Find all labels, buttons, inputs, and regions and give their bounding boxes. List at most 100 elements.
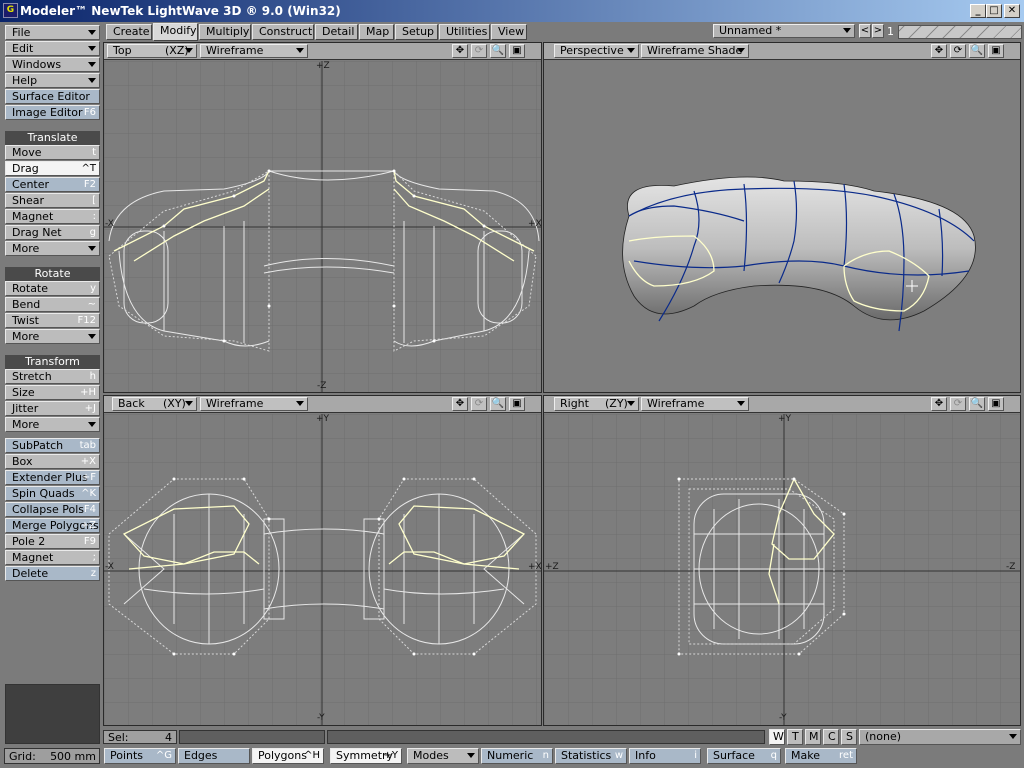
view-type-select[interactable]: Top (XZ): [107, 44, 197, 58]
extender-plus-button[interactable]: Extender Plus +F: [5, 470, 100, 485]
wtmcs-s-button[interactable]: S: [841, 729, 857, 745]
render-mode-select[interactable]: Wireframe Shade: [641, 44, 749, 58]
box-button[interactable]: Box +X: [5, 454, 100, 469]
move-button[interactable]: Move t: [5, 145, 100, 160]
rotate-button[interactable]: Rotate y: [5, 281, 100, 296]
center-button[interactable]: Center F2: [5, 177, 100, 192]
tab-construct[interactable]: Construct: [252, 24, 314, 40]
rotate-view-icon[interactable]: ⟳: [950, 44, 966, 58]
prev-object-button[interactable]: <: [859, 24, 871, 38]
viewport-back[interactable]: Back (XY) Wireframe ✥ ⟳ 🔍 ▣ +Y -Y -X +X: [103, 395, 542, 726]
layer-buttons[interactable]: [898, 25, 1022, 39]
symmetry-button[interactable]: Symmetry +Y: [330, 748, 402, 764]
maximize-button[interactable]: □: [986, 4, 1002, 18]
wtmcs-w-button[interactable]: W: [769, 729, 785, 745]
viewport-canvas[interactable]: +Y -Y -X +X: [104, 414, 541, 725]
shear-button[interactable]: Shear [: [5, 193, 100, 208]
tab-utilities[interactable]: Utilities: [439, 24, 490, 40]
size-button[interactable]: Size +H: [5, 385, 100, 400]
windows-menu[interactable]: Windows: [5, 57, 100, 72]
zoom-view-icon[interactable]: 🔍: [490, 44, 506, 58]
spin-quads-button[interactable]: Spin Quads ^K: [5, 486, 100, 501]
render-mode-select[interactable]: Wireframe: [200, 397, 308, 411]
zoom-view-icon[interactable]: 🔍: [969, 44, 985, 58]
maximize-view-icon[interactable]: ▣: [988, 397, 1004, 411]
help-menu[interactable]: Help: [5, 73, 100, 88]
axes-label: (ZY): [605, 397, 628, 410]
make-button[interactable]: Make ret: [785, 748, 857, 764]
move-view-icon[interactable]: ✥: [931, 397, 947, 411]
drag-button[interactable]: Drag ^T: [5, 161, 100, 176]
maximize-view-icon[interactable]: ▣: [988, 44, 1004, 58]
object-selector[interactable]: Unnamed *: [713, 24, 855, 38]
tab-setup[interactable]: Setup: [395, 24, 438, 40]
rotate-view-icon[interactable]: ⟳: [950, 397, 966, 411]
tab-map[interactable]: Map: [359, 24, 394, 40]
tab-detail[interactable]: Detail: [315, 24, 358, 40]
stretch-button[interactable]: Stretch h: [5, 369, 100, 384]
viewport-canvas[interactable]: +Z -Z -X +X: [104, 61, 541, 392]
viewport-canvas[interactable]: [544, 61, 1020, 392]
maximize-view-icon[interactable]: ▣: [509, 44, 525, 58]
maximize-view-icon[interactable]: ▣: [509, 397, 525, 411]
magnet-button[interactable]: Magnet:: [5, 209, 100, 224]
merge-polygons-button[interactable]: Merge Polygons +Z: [5, 518, 100, 533]
render-mode-select[interactable]: Wireframe: [200, 44, 308, 58]
viewport-perspective[interactable]: Perspective Wireframe Shade ✥ ⟳ 🔍 ▣: [543, 42, 1021, 393]
view-type-select[interactable]: Back (XY): [112, 397, 197, 411]
bend-button[interactable]: Bend ~: [5, 297, 100, 312]
jitter-button[interactable]: Jitter +J: [5, 401, 100, 416]
move-view-icon[interactable]: ✥: [452, 397, 468, 411]
move-view-icon[interactable]: ✥: [931, 44, 947, 58]
pole2-button[interactable]: Pole 2 F9: [5, 534, 100, 549]
close-button[interactable]: ✕: [1004, 4, 1020, 18]
view-type-select[interactable]: Perspective: [554, 44, 639, 58]
next-object-button[interactable]: >: [872, 24, 884, 38]
zoom-view-icon[interactable]: 🔍: [490, 397, 506, 411]
statistics-button[interactable]: Statistics w: [555, 748, 627, 764]
edit-menu[interactable]: Edit: [5, 41, 100, 56]
view-type-select[interactable]: Right (ZY): [554, 397, 639, 411]
file-menu[interactable]: File: [5, 25, 100, 40]
tab-modify[interactable]: Modify: [153, 23, 198, 41]
info-button[interactable]: Info i: [629, 748, 701, 764]
transform-more-button[interactable]: More: [5, 417, 100, 432]
numeric-button[interactable]: Numeric n: [481, 748, 553, 764]
tab-create[interactable]: Create: [106, 24, 152, 40]
render-mode-select[interactable]: Wireframe: [641, 397, 749, 411]
points-mode-button[interactable]: Points ^G: [104, 748, 176, 764]
rotate-view-icon[interactable]: ⟳: [471, 44, 487, 58]
subpatch-button[interactable]: SubPatch tab: [5, 438, 100, 453]
modes-dropdown[interactable]: Modes: [407, 748, 479, 764]
surface-button[interactable]: Surface q: [707, 748, 781, 764]
app-icon[interactable]: G: [3, 3, 18, 18]
zoom-view-icon[interactable]: 🔍: [969, 397, 985, 411]
wtmcs-c-button[interactable]: C: [823, 729, 839, 745]
button-label: Bend: [12, 298, 41, 311]
twist-button[interactable]: Twist F12: [5, 313, 100, 328]
delete-button[interactable]: Delete z: [5, 566, 100, 581]
collapse-pols-button[interactable]: Collapse Pols F4: [5, 502, 100, 517]
magnet-tool-button[interactable]: Magnet;: [5, 550, 100, 565]
move-view-icon[interactable]: ✥: [452, 44, 468, 58]
chevron-down-icon: [88, 78, 96, 83]
tab-multiply[interactable]: Multiply: [199, 24, 251, 40]
wtmcs-m-button[interactable]: M: [805, 729, 821, 745]
edges-mode-button[interactable]: Edges: [178, 748, 250, 764]
rotate-more-button[interactable]: More: [5, 329, 100, 344]
viewport-header: Top (XZ) Wireframe ✥ ⟳ 🔍 ▣: [104, 43, 541, 60]
image-editor-button[interactable]: Image Editor F6: [5, 105, 100, 120]
wtmcs-t-button[interactable]: T: [787, 729, 803, 745]
translate-more-button[interactable]: More: [5, 241, 100, 256]
viewport-top[interactable]: Top (XZ) Wireframe ✥ ⟳ 🔍 ▣ +Z -Z -X +X: [103, 42, 542, 393]
viewport-canvas[interactable]: +Y -Y +Z -Z: [544, 414, 1020, 725]
tab-view[interactable]: View: [491, 24, 527, 40]
rotate-view-icon[interactable]: ⟳: [471, 397, 487, 411]
drag-net-button[interactable]: Drag Net g: [5, 225, 100, 240]
viewport-right[interactable]: Right (ZY) Wireframe ✥ ⟳ 🔍 ▣ +Y -Y +Z -Z: [543, 395, 1021, 726]
minimize-button[interactable]: _: [970, 4, 986, 18]
vertex-map-select[interactable]: (none): [859, 729, 1021, 745]
surface-editor-button[interactable]: Surface Editor: [5, 89, 100, 104]
polygons-mode-button[interactable]: Polygons ^H: [252, 748, 324, 764]
button-label: Statistics: [561, 749, 612, 762]
